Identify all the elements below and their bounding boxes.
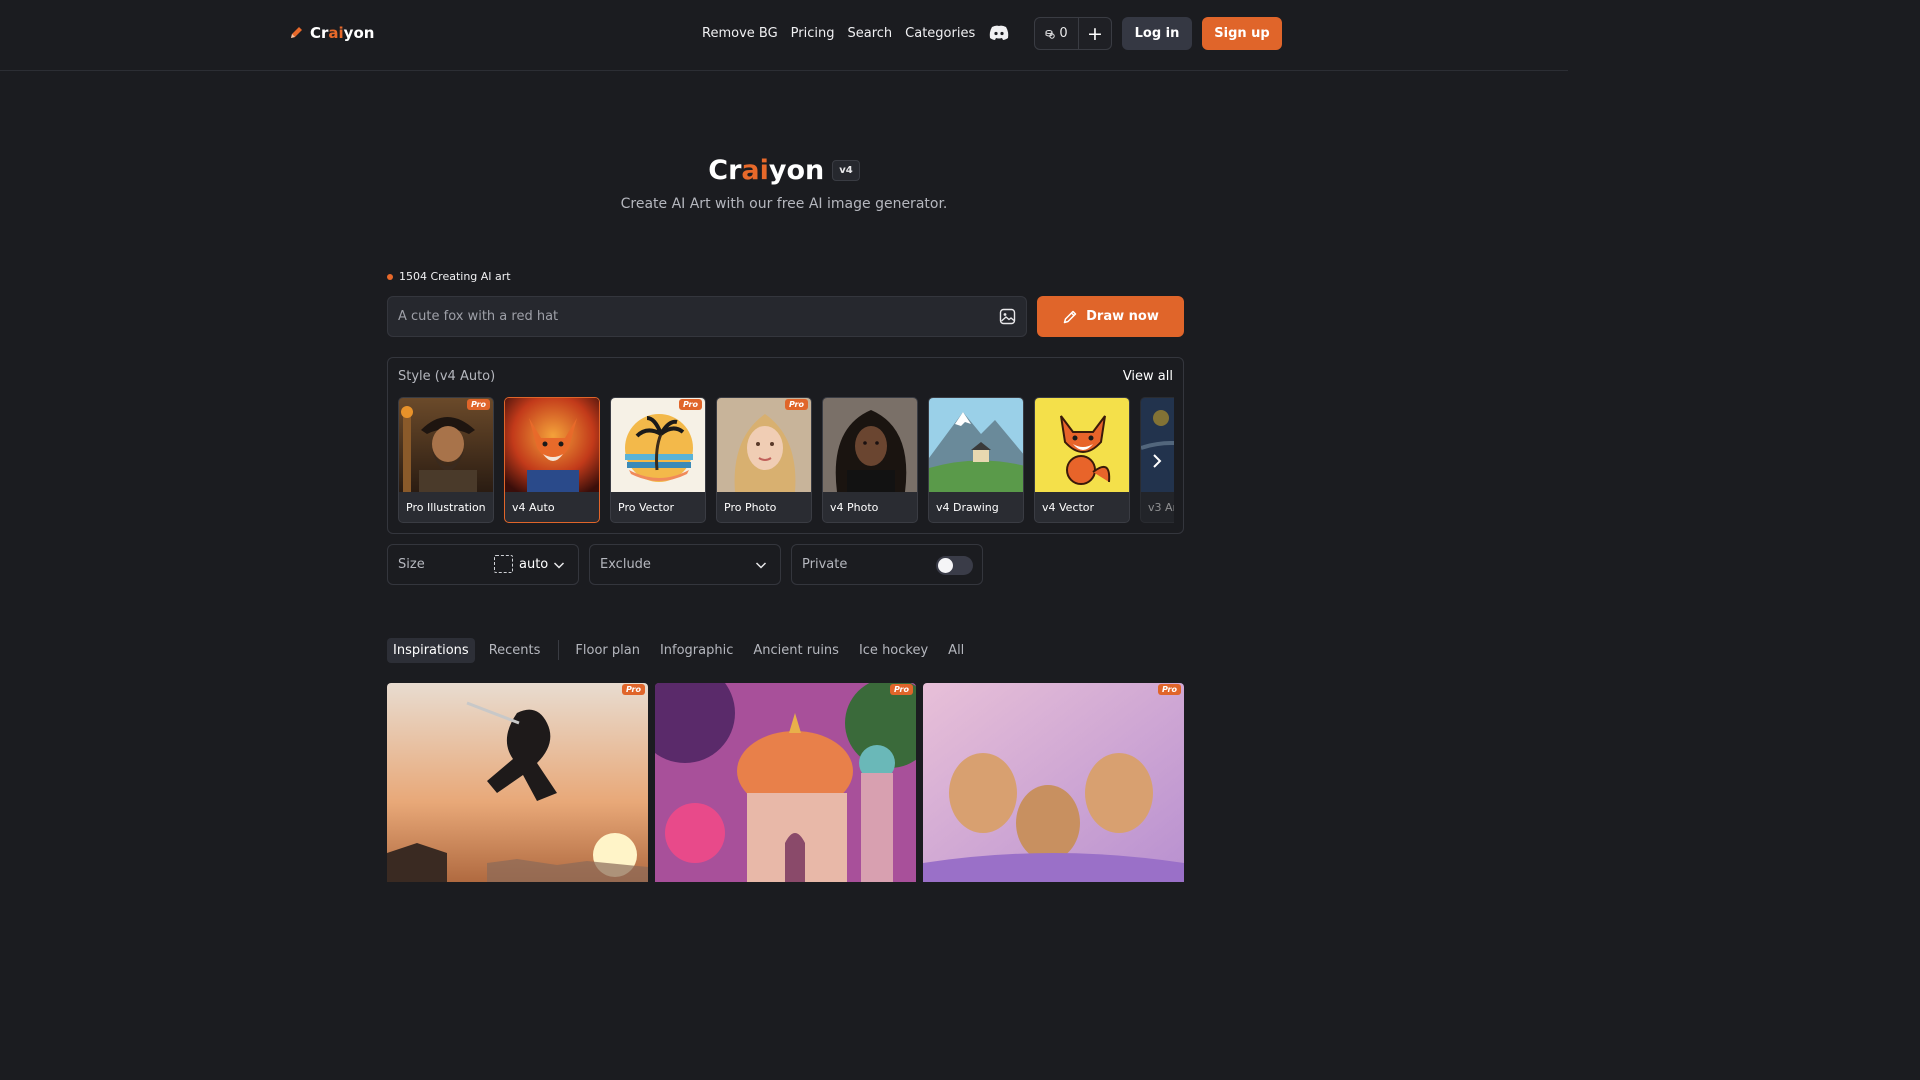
pencil-icon bbox=[1063, 310, 1077, 323]
discord-icon[interactable] bbox=[988, 25, 1010, 41]
style-card-label: v3 Art bbox=[1148, 501, 1174, 514]
style-card-pro-vector[interactable]: Pro Pro Vector bbox=[610, 397, 706, 523]
pro-badge: Pro bbox=[1157, 684, 1181, 695]
style-panel: Style (v4 Auto) View all Pro Pro Illustr… bbox=[387, 357, 1184, 534]
gallery-item-puppies[interactable]: Pro bbox=[923, 683, 1184, 882]
puppies-image bbox=[923, 683, 1184, 882]
view-all-styles-link[interactable]: View all bbox=[1123, 369, 1173, 384]
pro-badge: Pro bbox=[678, 399, 702, 410]
nav-categories[interactable]: Categories bbox=[905, 26, 975, 41]
aspect-ratio-icon bbox=[494, 555, 513, 573]
style-card-v4-drawing[interactable]: v4 Drawing bbox=[928, 397, 1024, 523]
style-card-pro-illustration[interactable]: Pro Pro Illustration bbox=[398, 397, 494, 523]
pro-badge: Pro bbox=[889, 684, 913, 695]
main-nav: Remove BG Pricing Search Categories bbox=[702, 22, 1010, 44]
style-card-label: Pro Illustration bbox=[406, 501, 486, 514]
portrait-photo-thumbnail bbox=[823, 398, 917, 492]
style-card-v4-photo[interactable]: v4 Photo bbox=[822, 397, 918, 523]
pro-badge: Pro bbox=[784, 399, 808, 410]
tab-ice-hockey[interactable]: Ice hockey bbox=[853, 638, 934, 663]
prompt-input[interactable] bbox=[398, 297, 988, 336]
prompt-box bbox=[387, 296, 1027, 337]
hero-brand-name: Craiyon bbox=[708, 154, 825, 186]
tab-inspirations[interactable]: Inspirations bbox=[387, 637, 475, 663]
nav-search[interactable]: Search bbox=[847, 26, 892, 41]
nav-pricing[interactable]: Pricing bbox=[791, 26, 835, 41]
style-card-label: Pro Photo bbox=[724, 501, 777, 514]
woman-portrait-thumbnail bbox=[717, 398, 811, 492]
style-cards: Pro Pro Illustration v4 Auto Pro Pro Vec… bbox=[398, 397, 1174, 524]
ninja-image bbox=[387, 683, 648, 882]
private-option: Private bbox=[791, 544, 983, 585]
style-card-label: Pro Vector bbox=[618, 501, 674, 514]
style-card-label: v4 Auto bbox=[512, 501, 555, 514]
style-card-pro-photo[interactable]: Pro Pro Photo bbox=[716, 397, 812, 523]
crayon-icon bbox=[291, 27, 302, 38]
pirate-thumbnail bbox=[399, 398, 493, 492]
tab-divider bbox=[558, 640, 560, 660]
draw-now-button[interactable]: Draw now bbox=[1037, 296, 1184, 337]
chevron-down-icon bbox=[553, 562, 565, 569]
private-toggle[interactable] bbox=[936, 556, 973, 575]
fox-thumbnail bbox=[505, 398, 599, 492]
pro-badge: Pro bbox=[621, 684, 645, 695]
version-badge: v4 bbox=[832, 159, 860, 181]
hero-subtitle: Create AI Art with our free AI image gen… bbox=[620, 196, 948, 212]
live-dot-icon bbox=[387, 273, 393, 280]
chevron-down-icon bbox=[755, 562, 767, 569]
palm-vector-thumbnail bbox=[611, 398, 705, 492]
style-label: Style (v4 Auto) bbox=[398, 369, 496, 384]
add-credits-button[interactable]: + bbox=[1079, 18, 1111, 49]
gallery-tabs: Inspirations Recents Floor plan Infograp… bbox=[387, 637, 978, 663]
starry-art-thumbnail bbox=[1141, 398, 1174, 492]
login-button[interactable]: Log in bbox=[1122, 17, 1192, 50]
tab-ancient-ruins[interactable]: Ancient ruins bbox=[747, 638, 845, 663]
chevron-right-icon[interactable] bbox=[1147, 451, 1167, 471]
fox-vector-thumbnail bbox=[1035, 398, 1129, 492]
palace-image bbox=[655, 683, 916, 882]
tab-floor-plan[interactable]: Floor plan bbox=[569, 638, 646, 663]
tab-all[interactable]: All bbox=[942, 638, 970, 663]
image-upload-icon[interactable] bbox=[999, 308, 1016, 325]
mountain-drawing-thumbnail bbox=[929, 398, 1023, 492]
coins-icon bbox=[1045, 29, 1056, 39]
size-select[interactable]: Size auto bbox=[387, 544, 579, 585]
style-card-v4-vector[interactable]: v4 Vector bbox=[1034, 397, 1130, 523]
pro-badge: Pro bbox=[466, 399, 490, 410]
gallery-item-ninja[interactable]: Pro bbox=[387, 683, 648, 882]
plus-icon: + bbox=[1087, 22, 1103, 45]
nav-remove-bg[interactable]: Remove BG bbox=[702, 26, 778, 41]
live-counter: 1504 Creating AI art bbox=[387, 270, 511, 283]
exclude-select[interactable]: Exclude bbox=[589, 544, 781, 585]
brand-logo[interactable]: Craiyon bbox=[288, 22, 374, 44]
gallery-item-palace[interactable]: Pro bbox=[655, 683, 916, 882]
credits-count[interactable]: 0 bbox=[1035, 18, 1079, 49]
hero-title: Craiyon v4 bbox=[0, 150, 1568, 190]
signup-button[interactable]: Sign up bbox=[1202, 17, 1282, 50]
style-card-v4-auto[interactable]: v4 Auto bbox=[504, 397, 600, 523]
credits-widget: 0 + bbox=[1034, 17, 1112, 50]
tab-recents[interactable]: Recents bbox=[483, 638, 547, 663]
brand-name: Craiyon bbox=[310, 24, 375, 42]
top-bar: Craiyon Remove BG Pricing Search Categor… bbox=[0, 0, 1568, 71]
style-card-label: v4 Drawing bbox=[936, 501, 999, 514]
style-card-label: v4 Vector bbox=[1042, 501, 1095, 514]
tab-infographic[interactable]: Infographic bbox=[654, 638, 739, 663]
style-card-label: v4 Photo bbox=[830, 501, 879, 514]
